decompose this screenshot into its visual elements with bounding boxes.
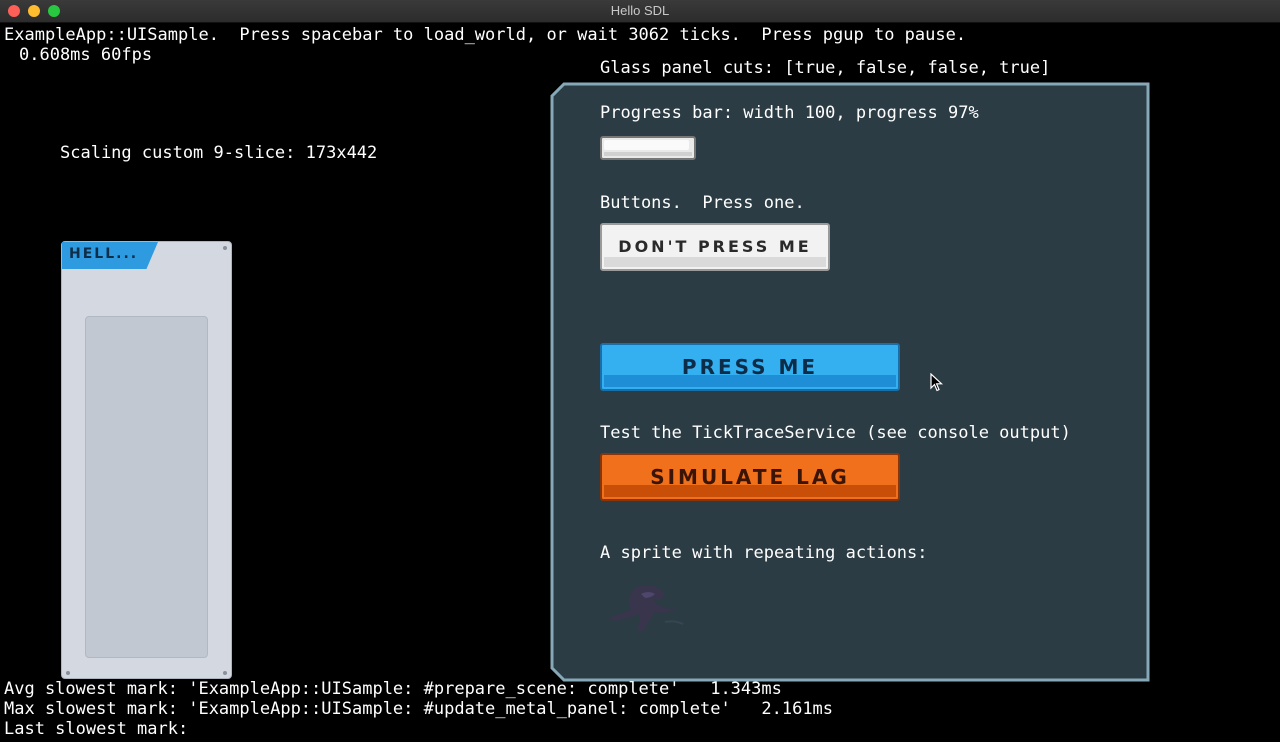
footer-last-mark: Last slowest mark: bbox=[4, 719, 189, 739]
mouse-cursor-icon bbox=[930, 373, 944, 392]
press-me-button[interactable]: PRESS ME bbox=[600, 343, 900, 391]
corner-dot-icon bbox=[66, 671, 70, 675]
corner-dot-icon bbox=[223, 671, 227, 675]
nine-slice-inner-panel bbox=[85, 316, 208, 658]
window-title: Hello SDL bbox=[610, 3, 670, 18]
simulate-lag-button[interactable]: SIMULATE LAG bbox=[600, 453, 900, 501]
progress-fill bbox=[604, 140, 689, 150]
glass-panel-label: Glass panel cuts: [true, false, false, t… bbox=[600, 58, 1051, 78]
footer-avg-mark: Avg slowest mark: 'ExampleApp::UISample:… bbox=[4, 679, 782, 699]
progress-shade bbox=[604, 152, 692, 156]
corner-dot-icon bbox=[223, 246, 227, 250]
header-instructions: ExampleApp::UISample. Press spacebar to … bbox=[4, 25, 967, 45]
perf-readout: 0.608ms 60fps bbox=[19, 45, 153, 65]
scaling-label: Scaling custom 9-slice: 173x442 bbox=[60, 143, 378, 163]
title-bar: Hello SDL bbox=[0, 0, 1280, 23]
press-me-label: PRESS ME bbox=[681, 355, 819, 379]
sprite-creature-icon bbox=[609, 585, 684, 632]
progress-label: Progress bar: width 100, progress 97% bbox=[600, 103, 979, 123]
nine-slice-tab-title: HELL... bbox=[69, 246, 139, 262]
dont-press-me-button[interactable]: DON'T PRESS ME bbox=[600, 223, 830, 271]
progress-bar bbox=[600, 136, 696, 160]
simulate-lag-label: SIMULATE LAG bbox=[650, 465, 850, 489]
tick-trace-label: Test the TickTraceService (see console o… bbox=[600, 423, 1071, 443]
dont-press-me-label: DON'T PRESS ME bbox=[618, 237, 812, 256]
nine-slice-tab: HELL... bbox=[62, 242, 158, 269]
footer-max-mark: Max slowest mark: 'ExampleApp::UISample:… bbox=[4, 699, 834, 719]
sprite-label: A sprite with repeating actions: bbox=[600, 543, 928, 563]
nine-slice-window: HELL... bbox=[61, 241, 232, 679]
buttons-label: Buttons. Press one. bbox=[600, 193, 805, 213]
